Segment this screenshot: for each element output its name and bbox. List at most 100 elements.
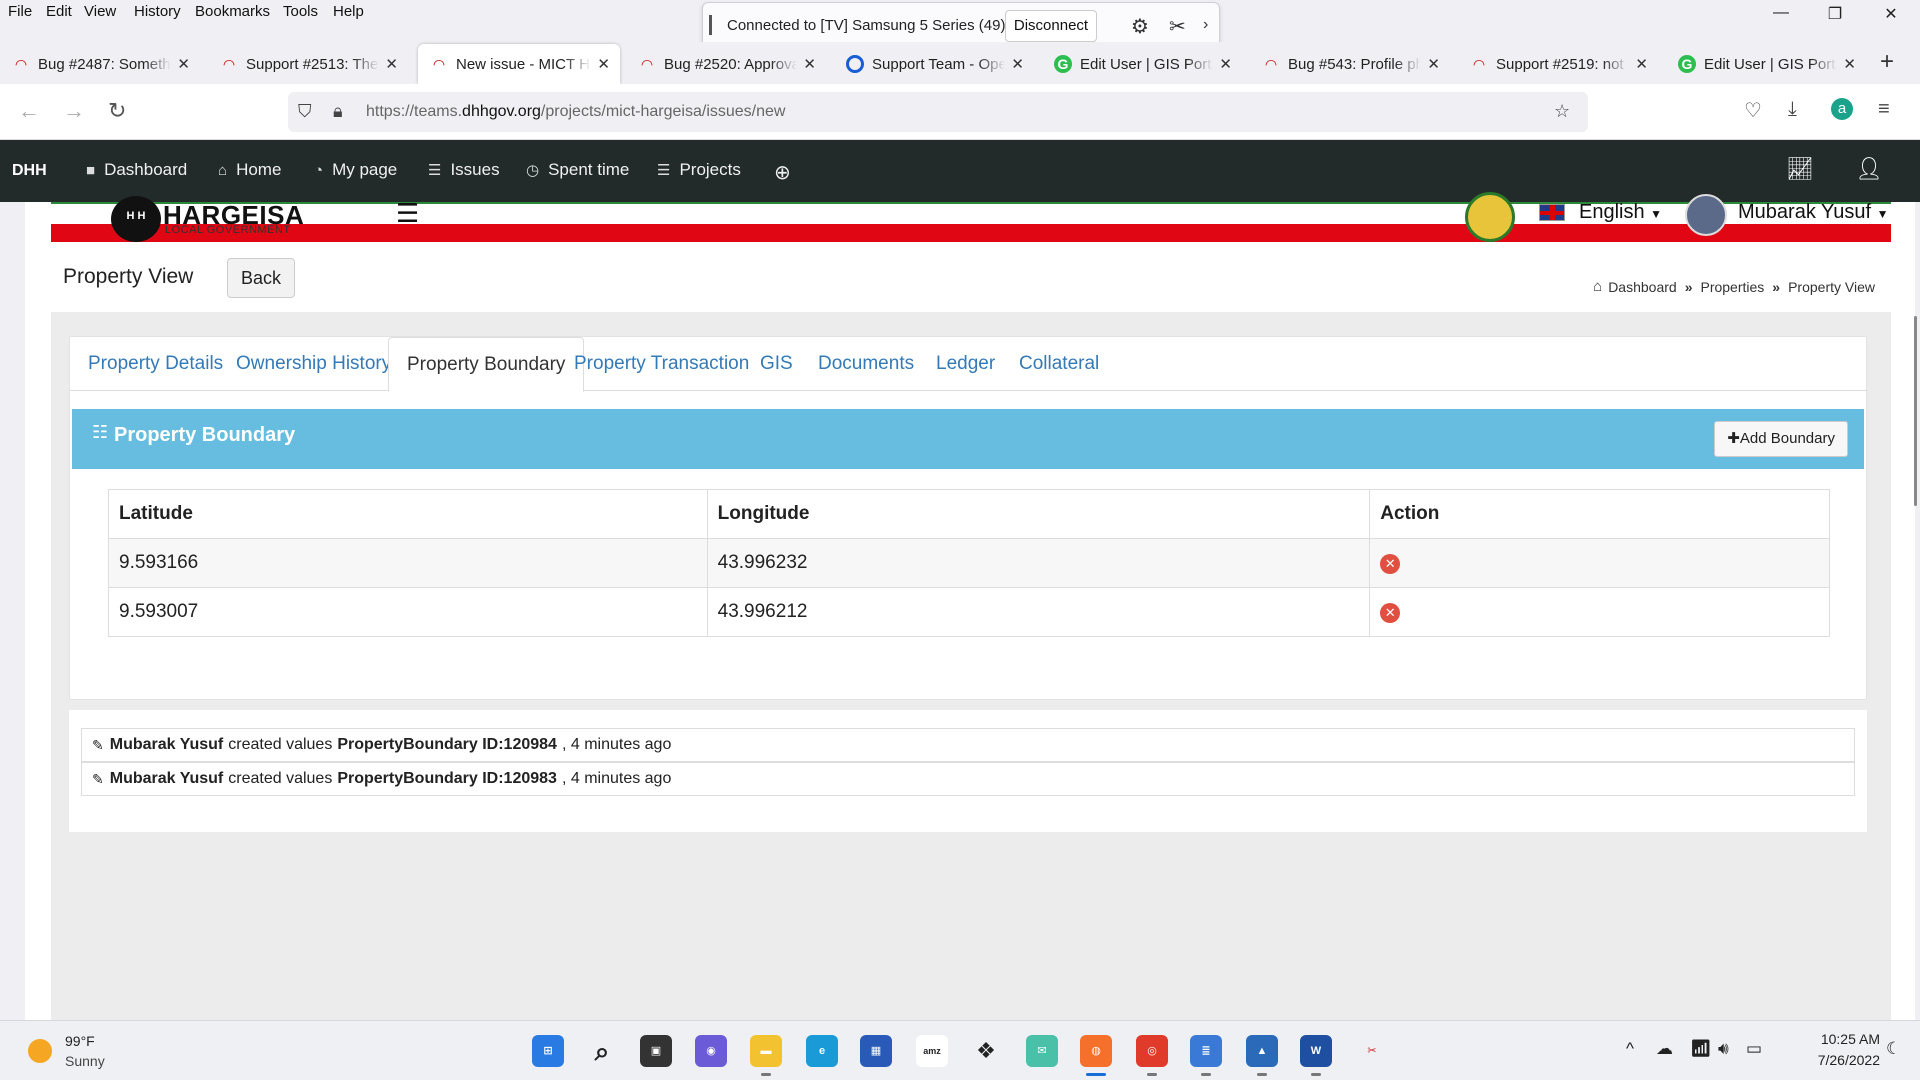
nav-home[interactable]: ⌂ Home xyxy=(218,160,281,180)
sun-icon[interactable] xyxy=(28,1039,52,1063)
close-tab-icon[interactable]: ✕ xyxy=(1843,55,1856,73)
menu-tools[interactable]: Tools xyxy=(283,3,318,20)
extension-a-icon[interactable]: a xyxy=(1831,98,1853,120)
new-tab-plus-icon[interactable]: + xyxy=(1880,48,1894,76)
notepad-icon[interactable]: ≣ xyxy=(1190,1035,1222,1076)
close-tab-icon[interactable]: ✕ xyxy=(1219,55,1232,73)
dropbox-icon[interactable]: ❖ xyxy=(970,1035,1002,1067)
column-header-longitude[interactable]: Longitude xyxy=(706,489,1371,539)
clock-time[interactable]: 10:25 AM xyxy=(1800,1031,1880,1047)
activity-target[interactable]: PropertyBoundary ID:120984 xyxy=(337,736,557,754)
store-icon[interactable]: ▦ xyxy=(860,1035,892,1067)
browser-tab[interactable]: ◠ Support #2519: not ✕ xyxy=(1458,44,1658,84)
delete-circle-icon[interactable]: ✕ xyxy=(1380,554,1401,574)
browser-tab[interactable]: ◠ Bug #2487: Somethi ✕ xyxy=(0,44,200,84)
bookmark-star-icon[interactable]: ☆ xyxy=(1554,101,1570,122)
close-tab-icon[interactable]: ✕ xyxy=(1011,55,1024,73)
page-scrollbar[interactable] xyxy=(1914,316,1917,506)
edge-icon[interactable]: e xyxy=(806,1035,838,1067)
close-tab-icon[interactable]: ✕ xyxy=(597,55,610,73)
menu-help[interactable]: Help xyxy=(333,3,364,20)
reload-icon[interactable]: ↻ xyxy=(108,98,126,124)
clock-date[interactable]: 7/26/2022 xyxy=(1786,1052,1880,1068)
browser-tab[interactable]: ◠ Bug #2520: Approva ✕ xyxy=(626,44,826,84)
lock-icon[interactable]: 🔒︎ xyxy=(333,101,343,122)
nav-my-page[interactable]: ◔ My page xyxy=(314,160,397,180)
photos-icon[interactable]: ▲ xyxy=(1246,1035,1278,1076)
url-text[interactable]: https://teams.dhhgov.org/projects/mict-h… xyxy=(366,103,785,121)
task-view-icon[interactable]: ▣ xyxy=(640,1035,672,1067)
delete-circle-icon[interactable]: ✕ xyxy=(1380,603,1401,623)
browser-tab[interactable]: G Edit User | GIS Portal ✕ xyxy=(1666,44,1866,84)
column-header-latitude[interactable]: Latitude xyxy=(108,489,708,539)
close-tab-icon[interactable]: ✕ xyxy=(385,55,398,73)
wifi-icon[interactable]: 📶︎ xyxy=(1690,1039,1712,1059)
menu-edit[interactable]: Edit xyxy=(46,3,72,20)
tab-property-transaction[interactable]: Property Transaction xyxy=(556,337,767,391)
back-arrow-icon[interactable]: ← xyxy=(18,98,40,124)
gear-icon[interactable]: ⚙ xyxy=(1131,14,1149,39)
chat-icon[interactable]: ◉ xyxy=(695,1035,727,1067)
snipping-tool-icon[interactable]: ✂ xyxy=(1356,1035,1388,1067)
notification-icon[interactable]: ☾ xyxy=(1886,1039,1901,1059)
close-window-icon[interactable]: ✕ xyxy=(1876,4,1906,24)
battery-icon[interactable]: ▭ xyxy=(1746,1039,1762,1059)
tab-property-details[interactable]: Property Details xyxy=(70,337,241,391)
menu-history[interactable]: History xyxy=(134,3,181,20)
avatar[interactable] xyxy=(1685,194,1727,236)
chevron-right-icon[interactable]: › xyxy=(1203,16,1208,34)
menu-file[interactable]: File xyxy=(8,3,32,20)
url-bar[interactable]: ⛉ 🔒︎ https://teams.dhhgov.org/projects/m… xyxy=(288,92,1588,132)
user-icon[interactable]: 👤︎ xyxy=(1855,156,1883,182)
browser-tab-active[interactable]: ◠ New issue - MICT Ha ✕ xyxy=(418,44,620,84)
language-dropdown[interactable]: English ▼ xyxy=(1579,201,1662,224)
tab-documents[interactable]: Documents xyxy=(800,337,932,391)
word-icon[interactable]: W xyxy=(1300,1035,1332,1076)
chevron-up-icon[interactable]: ^ xyxy=(1626,1039,1634,1059)
activity-user[interactable]: Mubarak Yusuf xyxy=(110,736,224,754)
back-button[interactable]: Back xyxy=(227,258,295,298)
search-icon[interactable]: ⌕ xyxy=(586,1035,618,1067)
file-explorer-icon[interactable]: ▬ xyxy=(750,1035,782,1076)
nav-projects[interactable]: ☰ Projects xyxy=(657,160,741,180)
chrome-icon[interactable]: ◎ xyxy=(1136,1035,1168,1076)
disconnect-button[interactable]: Disconnect xyxy=(1005,10,1097,42)
browser-tab[interactable]: Support Team - Ope ✕ xyxy=(834,44,1034,84)
add-boundary-button[interactable]: ✚Add Boundary xyxy=(1714,421,1848,457)
breadcrumb-properties[interactable]: Properties xyxy=(1700,279,1764,295)
close-tab-icon[interactable]: ✕ xyxy=(177,55,190,73)
tab-collateral[interactable]: Collateral xyxy=(1001,337,1117,391)
browser-tab[interactable]: ◠ Bug #543: Profile ph ✕ xyxy=(1250,44,1450,84)
browser-tab[interactable]: ◠ Support #2513: The ✕ xyxy=(208,44,408,84)
shield-icon[interactable]: ⛉ xyxy=(298,101,312,122)
chart-line-icon[interactable]: 📈︎ xyxy=(1786,156,1814,182)
tab-property-boundary[interactable]: Property Boundary xyxy=(388,337,585,392)
close-tab-icon[interactable]: ✕ xyxy=(1635,55,1648,73)
close-tab-icon[interactable]: ✕ xyxy=(803,55,816,73)
windows-start-icon[interactable]: ⊞ xyxy=(532,1035,564,1067)
minimize-icon[interactable]: — xyxy=(1766,4,1796,22)
tab-ledger[interactable]: Ledger xyxy=(918,337,1013,391)
activity-user[interactable]: Mubarak Yusuf xyxy=(110,770,224,788)
menu-view[interactable]: View xyxy=(84,3,116,20)
nav-issues[interactable]: ☰ Issues xyxy=(428,160,500,180)
volume-icon[interactable]: 🔊︎ xyxy=(1718,1039,1729,1059)
sidebar-toggle-icon[interactable]: ☰ xyxy=(396,198,419,229)
weather-temperature[interactable]: 99°F xyxy=(65,1033,95,1049)
activity-target[interactable]: PropertyBoundary ID:120983 xyxy=(337,770,557,788)
browser-tab[interactable]: G Edit User | GIS Portal ✕ xyxy=(1042,44,1242,84)
messenger-icon[interactable]: ✉ xyxy=(1026,1035,1058,1067)
hamburger-menu-icon[interactable]: ≡ xyxy=(1878,98,1890,121)
download-icon[interactable]: ⤓ xyxy=(1788,98,1797,121)
pocket-icon[interactable]: ♡ xyxy=(1744,98,1762,123)
close-tab-icon[interactable]: ✕ xyxy=(1427,55,1440,73)
hargeisa-logo-icon[interactable]: H H xyxy=(111,196,161,242)
weather-description[interactable]: Sunny xyxy=(65,1053,105,1069)
forward-arrow-icon[interactable]: → xyxy=(63,98,85,124)
nav-dashboard[interactable]: ■ Dashboard xyxy=(86,160,187,180)
onedrive-icon[interactable]: ☁ xyxy=(1656,1039,1673,1059)
user-dropdown[interactable]: Mubarak Yusuf ▼ xyxy=(1738,201,1889,224)
unpin-icon[interactable]: ✂ xyxy=(1169,14,1186,39)
firefox-icon[interactable]: ◍ xyxy=(1080,1035,1112,1076)
drag-grip-icon[interactable] xyxy=(709,15,712,35)
